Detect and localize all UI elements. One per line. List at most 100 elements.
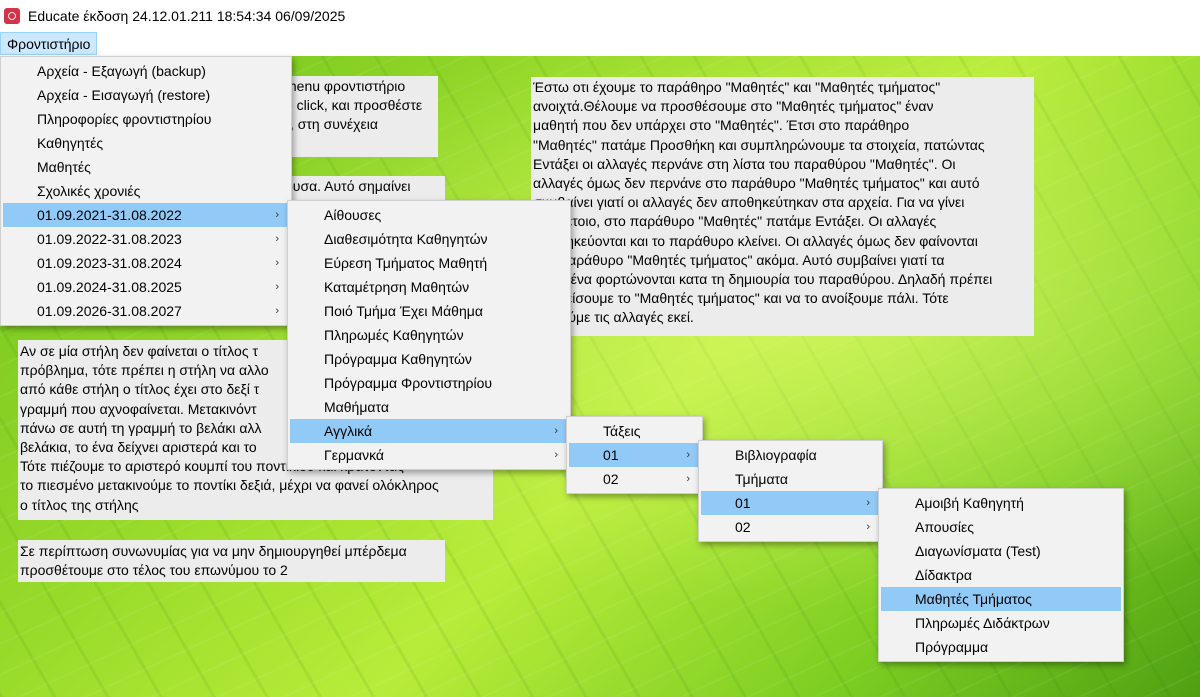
menu-item-grade-02[interactable]: 02 › xyxy=(569,467,700,491)
menu-item-label: Αρχεία - Εισαγωγή (restore) xyxy=(37,87,211,103)
note-panel-1: menu φροντιστήριο e click, και προσθέστε… xyxy=(283,76,438,157)
menu-item-label: Δίδακτρα xyxy=(915,567,972,583)
menu-item-classes[interactable]: Τμήματα xyxy=(701,467,880,491)
note-line: ουσα. Αυτό σημαίνει xyxy=(285,178,411,194)
note-line: μαθητή που δεν υπάρχει στο "Μαθητές". Έτ… xyxy=(533,117,910,134)
menu-item-year-2021-2022[interactable]: 01.09.2021-31.08.2022 › xyxy=(3,203,289,227)
menu-item-school-years[interactable]: Σχολικές χρονιές xyxy=(3,179,289,203)
menu-item-label: 01.09.2023-31.08.2024 xyxy=(37,255,182,271)
title-bar: Educate έκδοση 24.12.01.211 18:54:34 06/… xyxy=(0,0,1200,32)
menu-item-year-2026-2027[interactable]: 01.09.2026-31.08.2027 › xyxy=(3,299,289,323)
menu-item-label: Μαθητές Τμήματος xyxy=(915,591,1032,607)
menu-item-label: 01.09.2022-31.08.2023 xyxy=(37,231,182,247)
menu-item-label: Εύρεση Τμήματος Μαθητή xyxy=(324,255,488,271)
menu-item-label: Διαθεσιμότητα Καθηγητών xyxy=(324,231,488,247)
menu-item-german[interactable]: Γερμανκά › xyxy=(290,443,568,467)
menu-item-teacher-fee[interactable]: Αμοιβή Καθηγητή xyxy=(881,491,1121,515)
menu-item-tuition-payments[interactable]: Πληρωμές Διδάκτρων xyxy=(881,611,1121,635)
menu-item-label: Πληροφορίες φροντιστηρίου xyxy=(37,111,212,127)
menu-item-label: 02 xyxy=(735,519,751,535)
menu-english-submenu: Τάξεις 01 › 02 › xyxy=(566,416,703,494)
menu-item-label: 01.09.2024-31.08.2025 xyxy=(37,279,182,295)
menu-item-label: Πρόγραμμα Καθηγητών xyxy=(324,351,472,367)
menu-item-class-students[interactable]: Μαθητές Τμήματος xyxy=(881,587,1121,611)
note-line: menu φροντιστήριο xyxy=(285,78,406,94)
menu-item-label: Αίθουσες xyxy=(324,207,382,223)
menu-item-label: Γερμανκά xyxy=(324,447,384,463)
menu-item-label: Καταμέτρηση Μαθητών xyxy=(324,279,470,295)
menu-item-label: Καθηγητές xyxy=(37,135,104,151)
menu-frontistirio-dropdown: Αρχεία - Εξαγωγή (backup) Αρχεία - Εισαγ… xyxy=(0,56,292,326)
menu-item-find-student-class[interactable]: Εύρεση Τμήματος Μαθητή xyxy=(290,251,568,275)
menu-bar: Φροντιστήριο xyxy=(0,32,1200,56)
menu-item-grade-01[interactable]: 01 › xyxy=(569,443,700,467)
note-line: ανοιχτά.Θέλουμε να προσθέσουμε στο "Μαθη… xyxy=(533,98,934,115)
menu-item-label: 01.09.2026-31.08.2027 xyxy=(37,303,182,319)
menu-item-lessons[interactable]: Μαθήματα xyxy=(290,395,568,419)
menu-item-restore-import[interactable]: Αρχεία - Εισαγωγή (restore) xyxy=(3,83,289,107)
note-panel-5: Έστω οτι έχουμε το παράθηρο "Μαθητές" κα… xyxy=(531,77,1034,336)
menu-item-teachers[interactable]: Καθηγητές xyxy=(3,131,289,155)
menu-item-label: Ποιό Τμήμα Έχει Μάθημα xyxy=(324,303,483,319)
menu-item-label: Τμήματα xyxy=(735,471,788,487)
chevron-right-icon: › xyxy=(866,497,870,509)
menu-year-submenu: Αίθουσες Διαθεσιμότητα Καθηγητών Εύρεση … xyxy=(287,200,571,470)
menu-item-label: Πρόγραμμα Φροντιστηρίου xyxy=(324,375,493,391)
menu-item-which-class-has-lesson[interactable]: Ποιό Τμήμα Έχει Μάθημα xyxy=(290,299,568,323)
menu-item-class-01[interactable]: 01 › xyxy=(701,491,880,515)
chevron-right-icon: › xyxy=(554,425,558,437)
menu-class-01-submenu: Αμοιβή Καθηγητή Απουσίες Διαγωνίσματα (T… xyxy=(878,488,1124,662)
menu-item-label: Πληρωμές Καθηγητών xyxy=(324,327,464,343)
menu-frontistirio[interactable]: Φροντιστήριο xyxy=(0,32,98,55)
chevron-right-icon: › xyxy=(275,209,279,221)
note-line: Εντάξει οι αλλαγές περνάνε στη λίστα του… xyxy=(533,155,956,172)
menu-item-tests[interactable]: Διαγωνίσματα (Test) xyxy=(881,539,1121,563)
menu-item-schedule[interactable]: Πρόγραμμα xyxy=(881,635,1121,659)
note-line: κάτι τέτοιο, στο παράθυρο "Μαθητές" πατά… xyxy=(533,213,937,230)
menu-item-grades[interactable]: Τάξεις xyxy=(569,419,700,443)
menu-item-english[interactable]: Αγγλικά › xyxy=(290,419,568,443)
menu-item-label: Μαθήματα xyxy=(324,399,389,415)
note-line: δεδομένα φορτώνονται κατα τη δημιουρία τ… xyxy=(533,271,993,288)
menu-item-teacher-schedule[interactable]: Πρόγραμμα Καθηγητών xyxy=(290,347,568,371)
note-line: ο τίτλος της στήλης xyxy=(20,496,139,513)
note-line: το πιεσμένο μετακινούμε το ποντίκι δεξιά… xyxy=(20,477,439,494)
chevron-right-icon: › xyxy=(275,305,279,317)
menu-item-label: Απουσίες xyxy=(915,519,974,535)
menu-item-label: 01 xyxy=(735,495,751,511)
menu-item-label: Μαθητές xyxy=(37,159,91,175)
menu-item-bibliography[interactable]: Βιβλιογραφία xyxy=(701,443,880,467)
menu-item-teacher-availability[interactable]: Διαθεσιμότητα Καθηγητών xyxy=(290,227,568,251)
note-line: "Μαθητές" πατάμε Προσθήκη και συμπληρώνο… xyxy=(533,136,985,153)
note-panel-4: Σε περίπτωση συνωνυμίας για να μην δημιο… xyxy=(18,540,445,582)
chevron-right-icon: › xyxy=(275,233,279,245)
note-line: e click, και προσθέστε xyxy=(285,97,423,114)
menu-item-label: 01.09.2021-31.08.2022 xyxy=(37,207,182,223)
menu-item-tuition[interactable]: Δίδακτρα xyxy=(881,563,1121,587)
menu-item-label: Αρχεία - Εξαγωγή (backup) xyxy=(37,63,206,79)
note-line: αλλαγές όμως δεν περνάνε στο παράθυρο "Μ… xyxy=(533,175,980,192)
menu-item-students[interactable]: Μαθητές xyxy=(3,155,289,179)
note-line: Σε περίπτωση συνωνυμίας για να μην δημιο… xyxy=(20,543,407,559)
note-panel-2: ουσα. Αυτό σημαίνει xyxy=(283,176,445,200)
menu-item-student-count[interactable]: Καταμέτρηση Μαθητών xyxy=(290,275,568,299)
menu-item-label: Τάξεις xyxy=(603,423,641,439)
chevron-right-icon: › xyxy=(686,473,690,485)
menu-item-class-02[interactable]: 02 › xyxy=(701,515,880,539)
menu-item-label: Αμοιβή Καθηγητή xyxy=(915,495,1024,511)
chevron-right-icon: › xyxy=(275,257,279,269)
menu-item-school-schedule[interactable]: Πρόγραμμα Φροντιστηρίου xyxy=(290,371,568,395)
menu-item-year-2023-2024[interactable]: 01.09.2023-31.08.2024 › xyxy=(3,251,289,275)
note-line: προσθέτουμε στο τέλος του επωνύμου το 2 xyxy=(20,562,288,579)
menu-item-teacher-payments[interactable]: Πληρωμές Καθηγητών xyxy=(290,323,568,347)
menu-item-year-2022-2023[interactable]: 01.09.2022-31.08.2023 › xyxy=(3,227,289,251)
menu-item-label: Διαγωνίσματα (Test) xyxy=(915,543,1041,559)
menu-item-label: Βιβλιογραφία xyxy=(735,447,817,463)
menu-item-rooms[interactable]: Αίθουσες xyxy=(290,203,568,227)
menu-item-label: 02 xyxy=(603,471,619,487)
menu-item-backup-export[interactable]: Αρχεία - Εξαγωγή (backup) xyxy=(3,59,289,83)
menu-item-year-2024-2025[interactable]: 01.09.2024-31.08.2025 › xyxy=(3,275,289,299)
note-line: συμβαίνει γιατί οι αλλαγές δεν αποθηκεύτ… xyxy=(533,194,965,211)
menu-item-info[interactable]: Πληροφορίες φροντιστηρίου xyxy=(3,107,289,131)
menu-item-absences[interactable]: Απουσίες xyxy=(881,515,1121,539)
